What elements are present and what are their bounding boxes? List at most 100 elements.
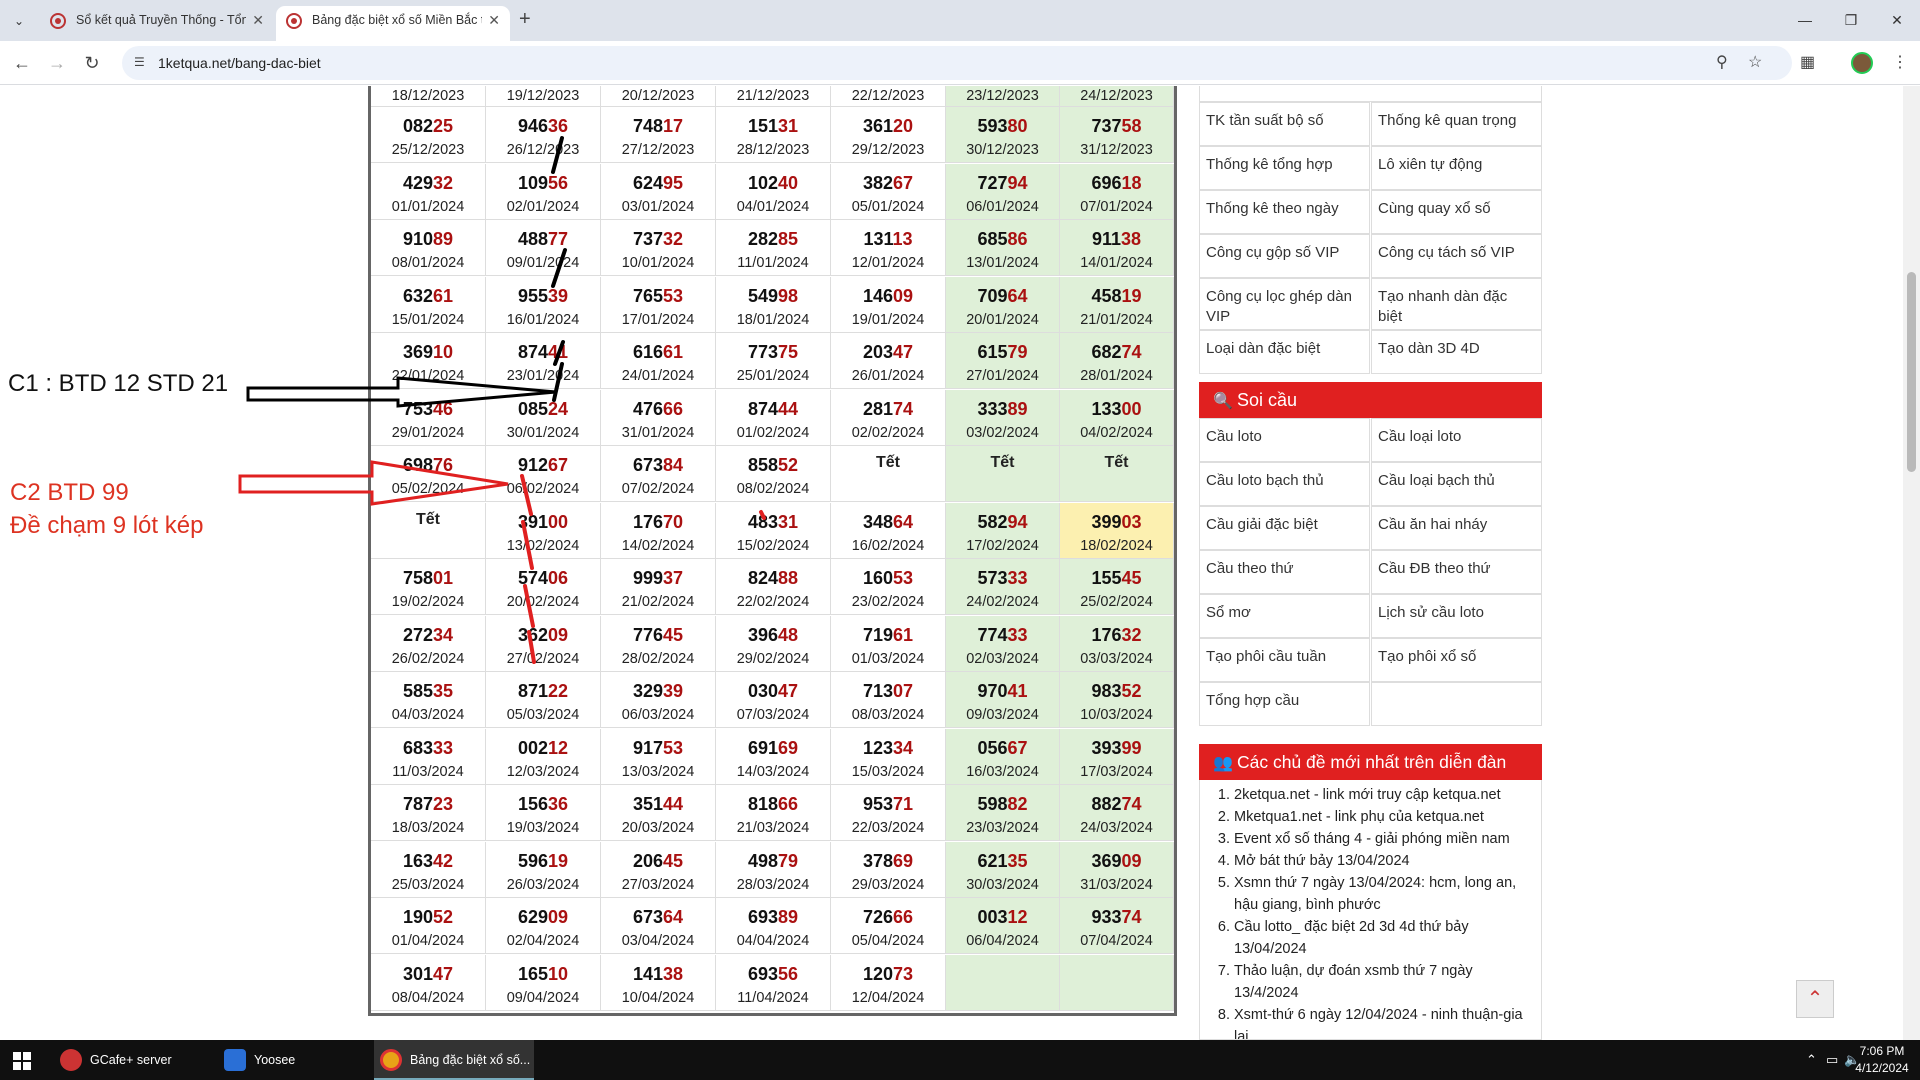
prize-number: 69389 <box>716 906 830 928</box>
network-icon[interactable]: ▭ <box>1826 1040 1838 1080</box>
sidebar-link[interactable]: Loại dàn đặc biệt <box>1199 330 1370 374</box>
site-info-icon[interactable]: ☰ <box>134 55 145 69</box>
windows-start-icon[interactable] <box>13 1052 31 1070</box>
forum-topic-link[interactable]: Xsmn thứ 7 ngày 13/04/2024: hcm, long an… <box>1234 872 1533 916</box>
window-close-icon[interactable]: ✕ <box>1882 8 1912 32</box>
table-cell: 61579 27/01/2024 <box>946 333 1060 388</box>
forum-topic-link[interactable]: Mở bát thứ bảy 13/04/2024 <box>1234 850 1533 872</box>
zoom-icon[interactable]: ⚲ <box>1716 52 1728 72</box>
tab-search-chevron-icon[interactable]: ⌄ <box>6 9 32 33</box>
tab-so-ket-qua[interactable]: Sổ kết quả Truyền Thống - Tổng ✕ <box>40 6 274 41</box>
back-arrow-icon[interactable]: ← <box>10 51 34 75</box>
draw-date: 27/01/2024 <box>966 368 1039 384</box>
draw-date: 20/12/2023 <box>621 88 695 104</box>
table-row: 63261 15/01/2024 95539 16/01/2024 76553 17/01… <box>371 276 1174 333</box>
prize-number: 32939 <box>601 680 715 702</box>
sidebar-link[interactable]: Cầu loto bạch thủ <box>1199 462 1370 506</box>
sidebar-link[interactable]: Công cụ tách số VIP <box>1371 234 1542 278</box>
sidebar-link[interactable]: Công cụ gộp số VIP <box>1199 234 1370 278</box>
prize-head-digits: 911 <box>1091 229 1121 249</box>
annotation-c1: C1 : BTD 12 STD 21 <box>8 370 229 397</box>
scroll-to-top-button[interactable]: ⌃ <box>1796 980 1834 1018</box>
prize-number: 70964 <box>946 285 1059 307</box>
chrome-icon <box>380 1049 402 1071</box>
taskbar-yoosee[interactable]: Yoosee <box>218 1040 368 1080</box>
sidebar-link[interactable]: Thống kê quan trọng <box>1371 102 1542 146</box>
prize-tail-digits: 58 <box>1121 116 1142 136</box>
close-icon[interactable]: ✕ <box>488 6 500 35</box>
sidebar-link[interactable]: TK tần suất bộ số <box>1199 102 1370 146</box>
draw-date: 31/01/2024 <box>621 424 695 441</box>
sidebar-link[interactable]: Sổ mơ <box>1199 594 1370 638</box>
forum-header: 👥 Các chủ đề mới nhất trên diễn đàn <box>1199 744 1542 780</box>
sidebar-link[interactable]: Tổng hợp cầu <box>1199 682 1370 726</box>
url-text[interactable]: 1ketqua.net/bang-dac-biet <box>158 46 321 80</box>
draw-date: 04/02/2024 <box>1080 424 1153 441</box>
prize-head-digits: 629 <box>517 907 548 927</box>
page-scrollbar[interactable] <box>1903 86 1920 1040</box>
forum-topic-link[interactable]: Xsmt-thứ 6 ngày 12/04/2024 - ninh thuận-… <box>1234 1004 1533 1039</box>
draw-date: 08/03/2024 <box>851 707 925 723</box>
prize-head-digits: 713 <box>862 681 893 701</box>
system-clock[interactable]: 7:06 PM 4/12/2024 <box>1852 1043 1912 1077</box>
prize-tail-digits: 00 <box>1121 398 1142 419</box>
sidebar-link[interactable]: Tạo phôi xổ số <box>1371 638 1542 682</box>
prize-number: 91753 <box>601 737 715 759</box>
minimize-icon[interactable]: — <box>1790 8 1820 32</box>
reload-icon[interactable]: ↻ <box>80 51 104 75</box>
sidebar-link[interactable]: Cầu loto <box>1199 418 1370 462</box>
prize-number: 12334 <box>831 737 945 759</box>
sidebar-link[interactable]: Cầu loại loto <box>1371 418 1542 462</box>
forward-arrow-icon[interactable]: → <box>45 51 69 75</box>
address-bar[interactable]: ☰ 1ketqua.net/bang-dac-biet ⚲ ☆ <box>122 46 1792 80</box>
sidebar-link[interactable]: Tạo dàn 3D 4D <box>1371 330 1542 374</box>
prize-tail-digits: 20 <box>893 116 914 136</box>
prize-number: 03047 <box>716 680 830 702</box>
table-cell: 99937 21/02/2024 <box>601 559 716 614</box>
sidebar-link[interactable]: Cầu theo thứ <box>1199 550 1370 594</box>
table-row: 58535 04/03/2024 87122 05/03/2024 32939 06/03… <box>371 672 1174 728</box>
prize-head-digits: 155 <box>1091 568 1122 588</box>
sidebar-link[interactable]: Thống kê theo ngày <box>1199 190 1370 234</box>
table-row: 30147 08/04/2024 16510 09/04/2024 14138 10/04… <box>371 954 1174 1011</box>
tray-chevron-icon[interactable]: ⌃ <box>1806 1040 1817 1080</box>
extensions-icon[interactable]: ▦ <box>1800 52 1815 72</box>
sidebar-link[interactable]: Lô xiên tự động <box>1371 146 1542 190</box>
annotation-c2-line1: C2 BTD 99 <box>10 479 129 506</box>
prize-tail-digits: 86 <box>1007 229 1028 249</box>
sidebar-link[interactable]: Tạo nhanh dàn đặc biệt <box>1371 278 1542 330</box>
draw-date: 17/02/2024 <box>966 537 1039 554</box>
table-row: 08225 25/12/2023 94636 26/12/2023 74817 27/12… <box>371 107 1174 163</box>
forum-topic-link[interactable]: 2ketqua.net - link mới truy cập ketqua.n… <box>1234 784 1533 806</box>
taskbar-chrome[interactable]: Bảng đặc biệt xổ số... <box>374 1040 534 1080</box>
bookmark-star-icon[interactable]: ☆ <box>1748 52 1762 72</box>
prize-tail-digits: 23 <box>433 794 454 814</box>
scrollbar-thumb[interactable] <box>1907 272 1916 472</box>
new-tab-plus-icon[interactable]: + <box>519 8 531 31</box>
restore-icon[interactable]: ❐ <box>1836 8 1866 32</box>
sidebar-link[interactable]: Thống kê tổng hợp <box>1199 146 1370 190</box>
prize-number: 98352 <box>1060 680 1173 702</box>
forum-topic-link[interactable]: Mketqua1.net - link phụ của ketqua.net <box>1234 806 1533 828</box>
sidebar-link[interactable]: Cùng quay xổ số <box>1371 190 1542 234</box>
close-icon[interactable]: ✕ <box>252 6 264 35</box>
draw-date: 13/01/2024 <box>966 255 1039 271</box>
forum-topic-link[interactable]: Thảo luận, dự đoán xsmb thứ 7 ngày 13/4/… <box>1234 960 1533 1004</box>
forum-topic-link[interactable]: Cầu lotto_ đặc biệt 2d 3d 4d thứ bảy 13/… <box>1234 916 1533 960</box>
profile-avatar[interactable] <box>1851 52 1873 74</box>
tab-bang-dac-biet[interactable]: Bảng đặc biệt xổ số Miền Bắc th ✕ <box>276 6 510 41</box>
draw-date: 22/02/2024 <box>736 594 810 610</box>
table-cell: 62135 30/03/2024 <box>946 841 1060 897</box>
sidebar-link[interactable]: Cầu giải đặc biệt <box>1199 506 1370 550</box>
menu-dots-icon[interactable]: ⋮ <box>1892 52 1908 72</box>
sidebar-link[interactable]: Cầu ĐB theo thứ <box>1371 550 1542 594</box>
forum-topic-link[interactable]: Event xổ số tháng 4 - giải phóng miền na… <box>1234 828 1533 850</box>
sidebar-link[interactable]: Tạo phôi cầu tuần <box>1199 638 1370 682</box>
sidebar-link[interactable]: Công cụ lọc ghép dàn VIP <box>1199 278 1370 330</box>
taskbar-gcafe[interactable]: GCafe+ server 1.7.3... <box>54 1040 204 1080</box>
forum-list-box: 2ketqua.net - link mới truy cập ketqua.n… <box>1199 780 1542 1040</box>
table-cell: 20/12/2023 <box>601 86 716 106</box>
sidebar-link[interactable]: Cầu ăn hai nháy <box>1371 506 1542 550</box>
sidebar-link[interactable]: Cầu loại bạch thủ <box>1371 462 1542 506</box>
sidebar-link[interactable]: Lịch sử cầu loto <box>1371 594 1542 638</box>
